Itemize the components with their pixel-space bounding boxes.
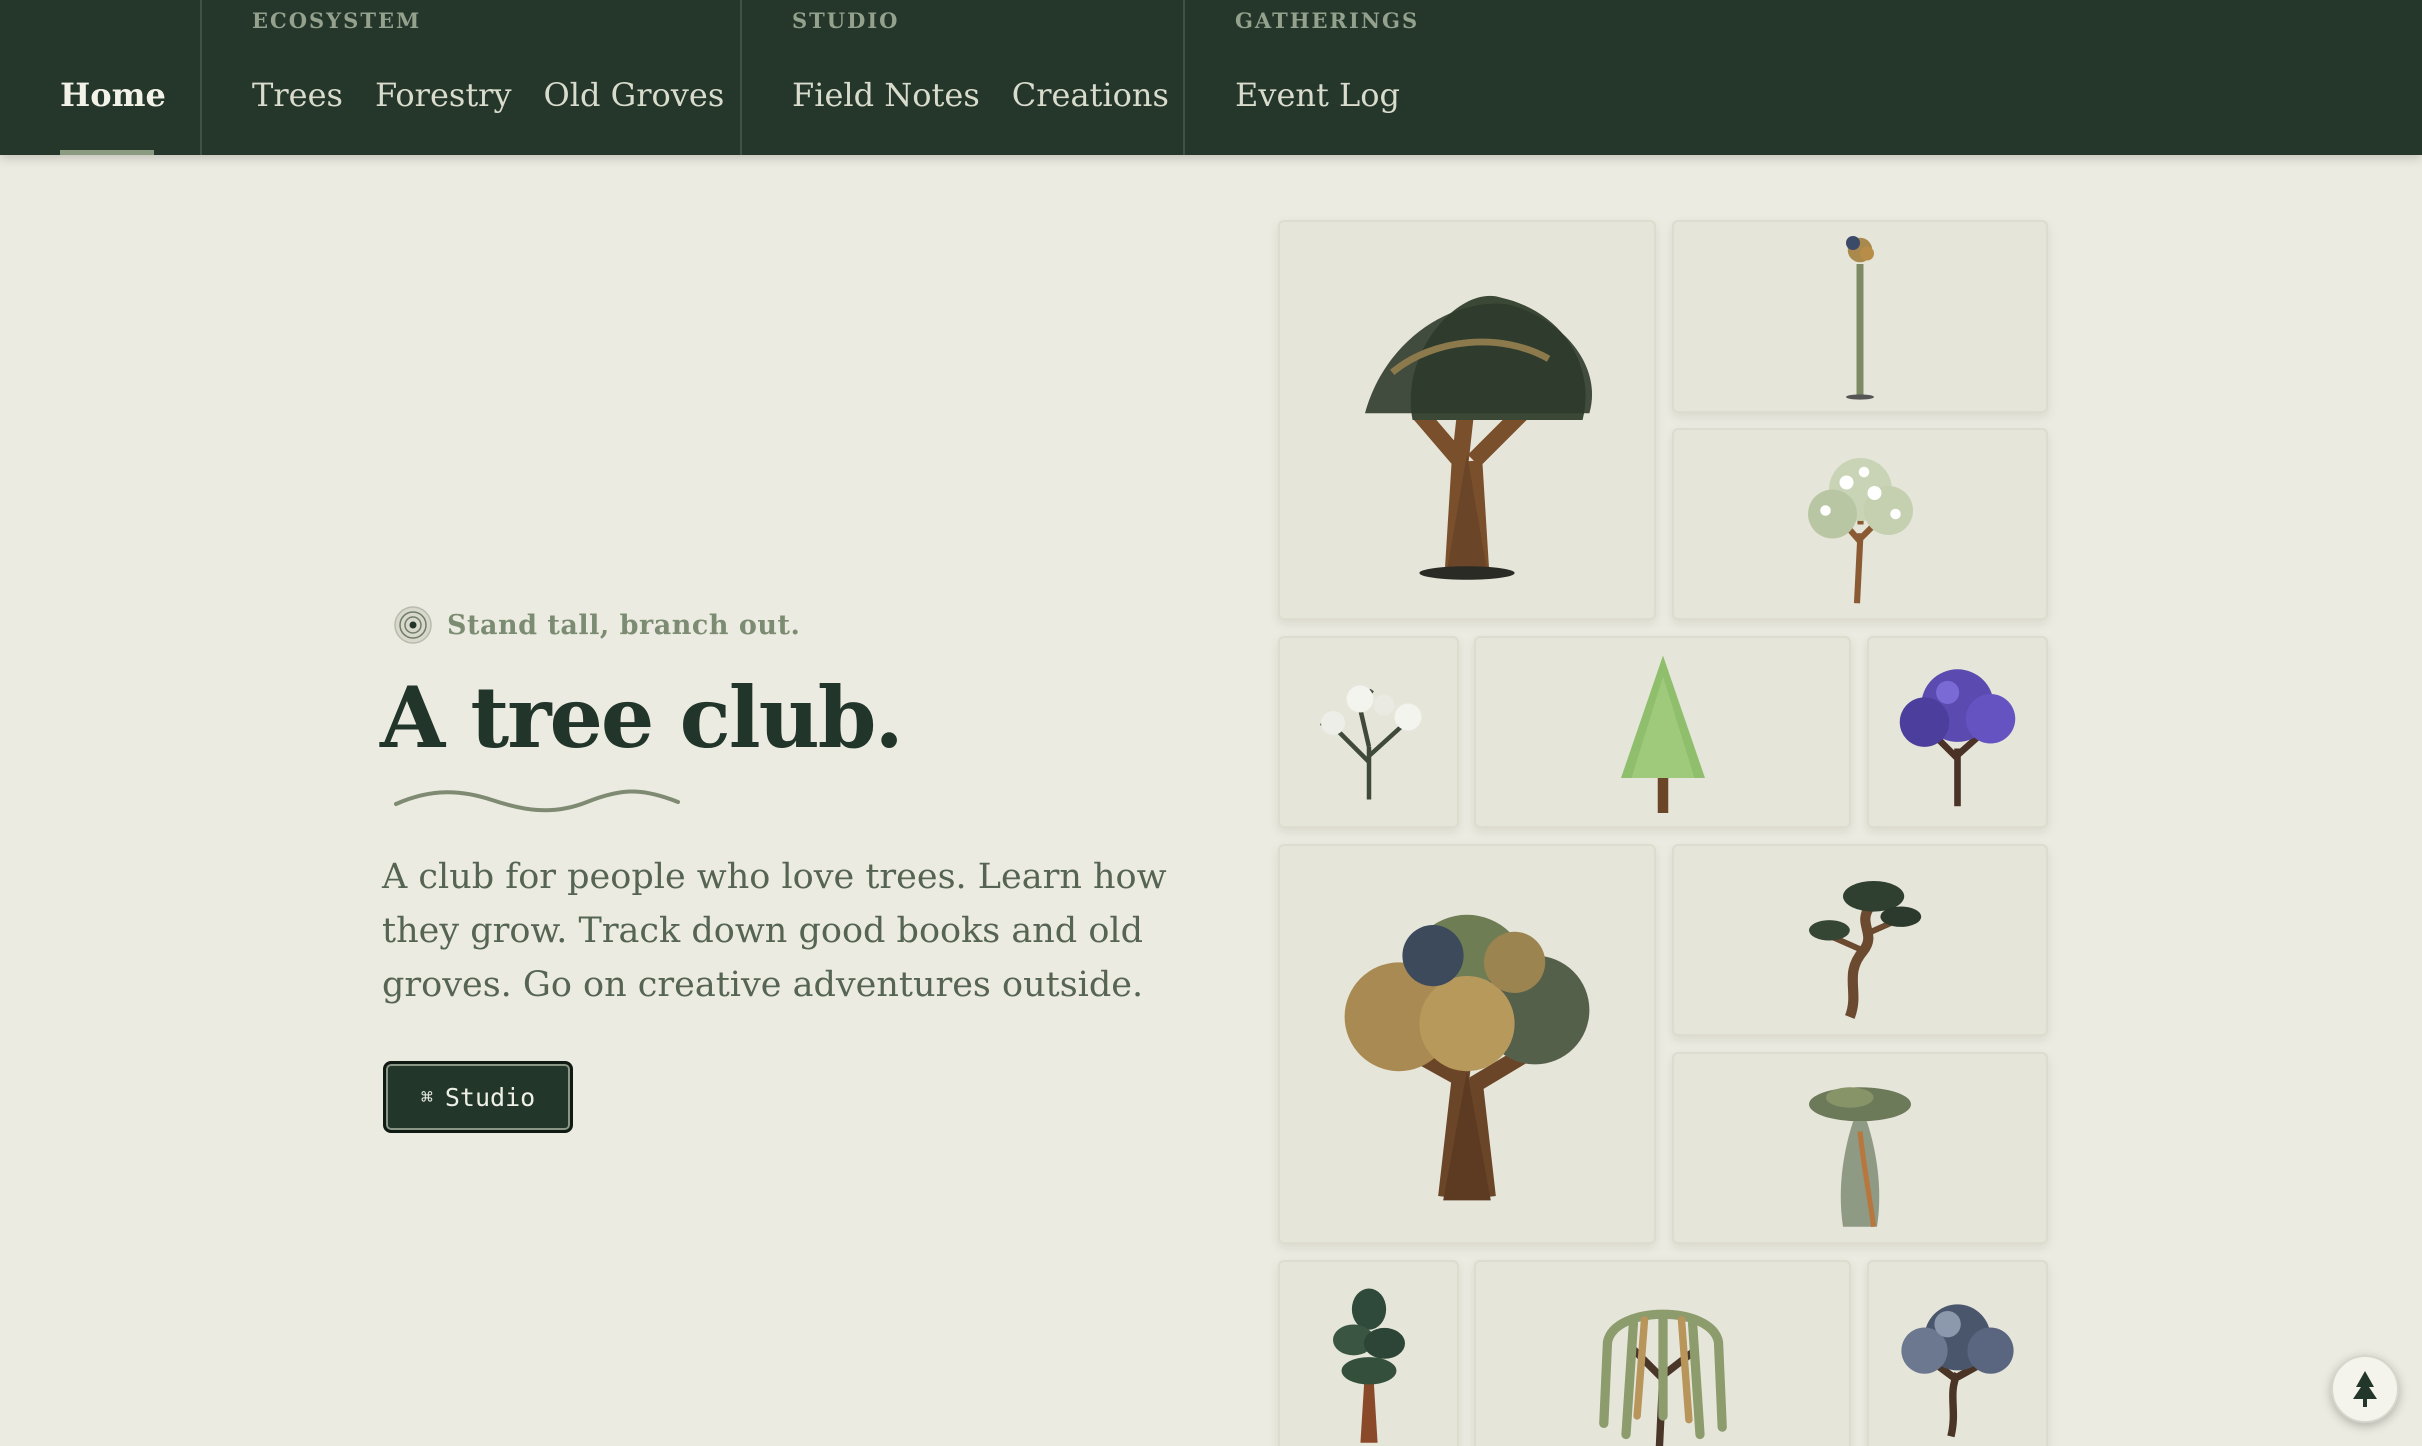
gallery-tile[interactable] — [1672, 220, 2048, 413]
command-icon: ⌘ — [420, 1085, 433, 1109]
gallery-tile[interactable] — [1672, 844, 2048, 1036]
nav-link-event-log[interactable]: Event Log — [1235, 76, 1400, 114]
purple-jacaranda-icon — [1899, 669, 2016, 807]
active-indicator — [60, 150, 154, 155]
nav-home-label: Home — [60, 76, 166, 114]
gnarled-pine-icon — [1809, 880, 1922, 1019]
gallery-tile[interactable] — [1672, 1052, 2048, 1244]
nav-group-caption: GATHERINGS — [1235, 8, 1420, 33]
nav-group-studio: STUDIO Field Notes Creations — [742, 0, 1185, 155]
nav-home[interactable]: Home — [0, 0, 202, 155]
olive-tree-icon — [1901, 1303, 2014, 1437]
dragon-tree-icon — [1365, 295, 1593, 580]
nav-link-forestry[interactable]: Forestry — [375, 76, 512, 114]
redwood-tree-icon — [1332, 1288, 1405, 1443]
nav-link-creations[interactable]: Creations — [1012, 76, 1169, 114]
page-title: A tree club. — [380, 668, 904, 767]
gallery-tile[interactable] — [1867, 1260, 2048, 1446]
nav-group-caption: ECOSYSTEM — [252, 8, 422, 33]
nav-link-old-groves[interactable]: Old Groves — [544, 76, 725, 114]
gallery-tile[interactable] — [1474, 1260, 1851, 1446]
green-conifer-icon — [1620, 655, 1705, 813]
oak-tree-icon — [1344, 914, 1590, 1201]
gallery-tile[interactable] — [1278, 844, 1656, 1244]
gallery-tile[interactable] — [1672, 428, 2048, 620]
hero-eyebrow: Stand tall, branch out. — [393, 605, 800, 645]
bare-white-tree-icon — [1319, 685, 1421, 800]
gallery-tile[interactable] — [1278, 220, 1656, 620]
gallery-tile[interactable] — [1278, 1260, 1459, 1446]
nav-link-trees[interactable]: Trees — [252, 76, 343, 114]
hero-description: A club for people who love trees. Learn … — [382, 857, 1167, 1005]
squiggle-divider — [394, 789, 680, 813]
baobab-tree-icon — [1809, 1086, 1911, 1227]
studio-button[interactable]: ⌘ Studio — [383, 1061, 573, 1133]
studio-button-label: Studio — [444, 1082, 536, 1112]
hero-tagline: Stand tall, branch out. — [447, 609, 801, 641]
tree-icon — [2353, 1371, 2377, 1407]
willow-tree-icon — [1598, 1309, 1727, 1446]
gallery-tile[interactable] — [1867, 636, 2048, 828]
gallery-tile[interactable] — [1474, 636, 1851, 828]
nav-group-caption: STUDIO — [792, 8, 900, 33]
nav-link-field-notes[interactable]: Field Notes — [792, 76, 980, 114]
nav-group-gatherings: GATHERINGS Event Log — [1185, 0, 1485, 155]
scroll-top-button[interactable] — [2331, 1355, 2399, 1423]
white-blossom-tree-icon — [1807, 457, 1913, 603]
top-nav: Home ECOSYSTEM Trees Forestry Old Groves… — [0, 0, 2422, 155]
nav-group-ecosystem: ECOSYSTEM Trees Forestry Old Groves — [202, 0, 742, 155]
tree-ring-icon — [394, 606, 432, 644]
gallery-tile[interactable] — [1278, 636, 1459, 828]
tall-thin-tree-icon — [1846, 236, 1874, 400]
